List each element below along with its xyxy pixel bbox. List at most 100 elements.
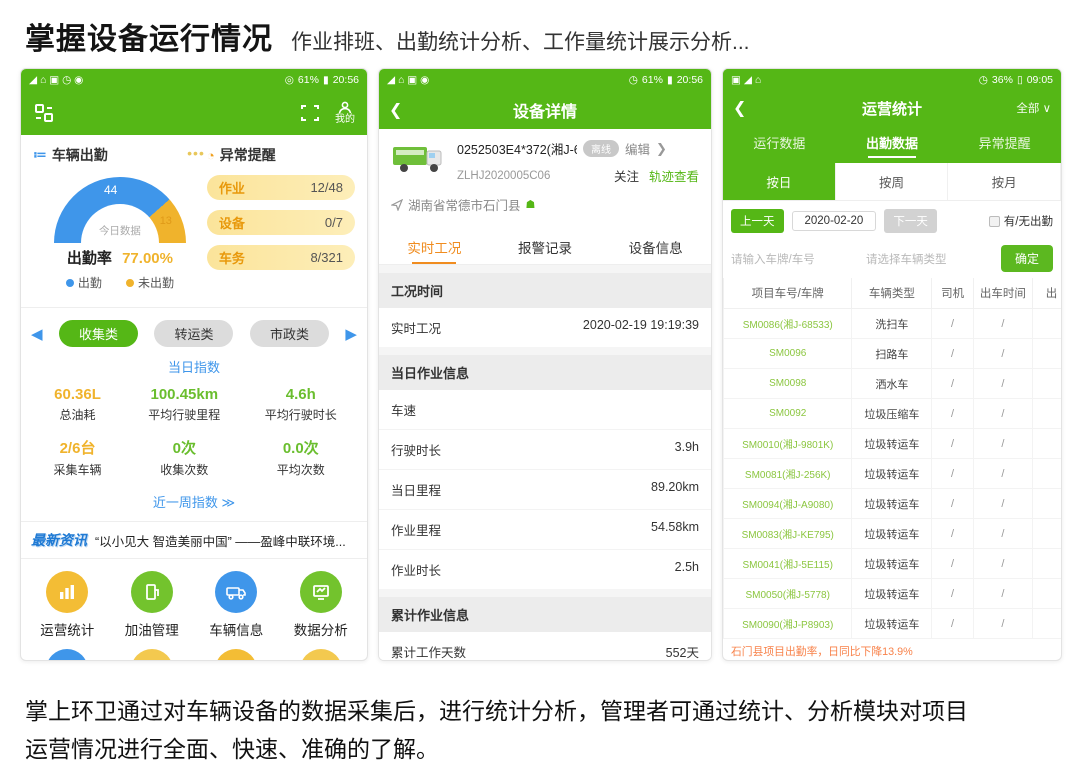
cell-driver: /	[932, 489, 974, 519]
donut-present-value: 44	[104, 183, 117, 197]
track-view-link[interactable]: 轨迹查看	[649, 166, 699, 185]
cell-vehicle-id[interactable]: SM0010(湘J-9801K)	[724, 429, 852, 459]
segment-by-day[interactable]: 按日	[723, 163, 836, 200]
app-parts-mall[interactable]: 配件商城	[279, 649, 364, 661]
clock-time: 09:05	[1027, 74, 1053, 86]
more-options-button[interactable]: •••	[187, 145, 205, 161]
table-row[interactable]: SM0086(湘J-68533) 洗扫车 / /	[724, 309, 1063, 339]
table-row[interactable]: SM0098 洒水车 / /	[724, 369, 1063, 399]
confirm-button[interactable]: 确定	[1001, 245, 1053, 272]
description-line2: 运营情况进行全面、快速、准确的了解。	[25, 731, 1055, 769]
table-row[interactable]: SM0083(湘J-KE795) 垃圾转运车 / /	[724, 519, 1063, 549]
tab-alarm-records[interactable]: 报警记录	[490, 228, 601, 264]
next-day-button[interactable]: 下一天	[884, 209, 937, 233]
table-row[interactable]: SM0041(湘J-5E115) 垃圾转运车 / /	[724, 549, 1063, 579]
category-tab-bar: ◀ 收集类 转运类 市政类 ▶	[21, 308, 367, 347]
prev-category-arrow[interactable]: ◀	[31, 325, 43, 343]
tab-realtime-status[interactable]: 实时工况	[379, 228, 490, 264]
table-row[interactable]: SM0010(湘J-9801K) 垃圾转运车 / /	[724, 429, 1063, 459]
app-fuel-management[interactable]: 加油管理	[110, 571, 195, 639]
back-arrow-icon[interactable]: ❮	[733, 98, 746, 118]
cell-driver: /	[932, 609, 974, 639]
app-vehicle-management[interactable]: 车务管理	[194, 649, 279, 661]
back-arrow-icon[interactable]: ❮	[389, 100, 402, 120]
app-repair-usage[interactable]: 维修使用	[25, 649, 110, 661]
app-data-analysis[interactable]: 数据分析	[279, 571, 364, 639]
table-row[interactable]: SM0096 扫路车 / /	[724, 339, 1063, 369]
section-title: 当日作业信息	[379, 355, 711, 390]
stat-value: 2/6台	[29, 437, 126, 458]
detail-row: 累计工作天数 552天	[379, 632, 711, 661]
table-row[interactable]: SM0090(湘J-P8903) 垃圾转运车 / /	[724, 609, 1063, 639]
table-row[interactable]: SM0094(湘J-A9080) 垃圾转运车 / /	[724, 489, 1063, 519]
attendance-filter-label: 有/无出勤	[1004, 213, 1053, 229]
segment-by-week[interactable]: 按周	[836, 163, 949, 200]
filter-all-dropdown[interactable]: 全部 ∨	[1016, 100, 1051, 116]
abnormal-alerts-panel: ◔ 异常提醒 作业 12/48 设备 0/7 车务 8/321	[207, 145, 355, 291]
next-category-arrow[interactable]: ▶	[345, 325, 357, 343]
cell-vehicle-id[interactable]: SM0094(湘J-A9080)	[724, 489, 852, 519]
tab-transfer-category[interactable]: 转运类	[154, 320, 233, 347]
cell-vehicle-id[interactable]: SM0090(湘J-P8903)	[724, 609, 852, 639]
vehicle-type-select[interactable]: 请选择车辆类型	[866, 251, 995, 267]
cell-departure-time: /	[973, 399, 1032, 429]
attendance-rate-label: 出勤率	[67, 250, 112, 267]
cell-vehicle-id[interactable]: SM0092	[724, 399, 852, 429]
daily-index-stats: 60.36L 总油耗 100.45km 平均行驶里程 4.6h 平均行驶时长 2…	[21, 376, 367, 480]
cell-vehicle-id[interactable]: SM0098	[724, 369, 852, 399]
segment-by-month[interactable]: 按月	[948, 163, 1061, 200]
detail-row: 行驶时长 3.9h	[379, 430, 711, 470]
attendance-summary: 石门县项目出勤率，日同比下降13.9%2020-02-20 车辆出勤率64.9%…	[723, 639, 1061, 661]
date-picker[interactable]: 2020-02-20	[792, 211, 877, 231]
tab-running-data[interactable]: 运行数据	[723, 125, 836, 163]
alert-pill-device[interactable]: 设备 0/7	[207, 210, 355, 235]
table-row[interactable]: SM0050(湘J-5778) 垃圾转运车 / /	[724, 579, 1063, 609]
cell-vehicle-type: 洗扫车	[852, 309, 932, 339]
cell-cutoff	[1032, 369, 1062, 399]
attendance-title: 车辆出勤	[52, 145, 108, 165]
repair-usage-icon	[46, 649, 88, 661]
stat-label: 采集车辆	[29, 461, 126, 478]
stats-tabs: 运行数据 出勤数据 异常提醒	[723, 125, 1061, 163]
cell-cutoff	[1032, 429, 1062, 459]
app-accident-records[interactable]: 事故记录	[110, 649, 195, 661]
app-vehicle-info[interactable]: 车辆信息	[194, 571, 279, 639]
cell-vehicle-id[interactable]: SM0081(湘J-256K)	[724, 459, 852, 489]
cell-cutoff	[1032, 309, 1062, 339]
cell-driver: /	[932, 579, 974, 609]
cell-cutoff	[1032, 579, 1062, 609]
layout-switch-icon[interactable]	[33, 102, 55, 124]
cell-cutoff	[1032, 489, 1062, 519]
app-operation-stats[interactable]: 运营统计	[25, 571, 110, 639]
plate-search-input[interactable]: 请输入车牌/车号	[731, 251, 860, 267]
tab-municipal-category[interactable]: 市政类	[250, 320, 329, 347]
news-ticker[interactable]: 最新资讯 “以小见大 智造美丽中国” ——盈峰中联环境...	[21, 522, 367, 559]
cell-vehicle-id[interactable]: SM0050(湘J-5778)	[724, 579, 852, 609]
cell-vehicle-type: 垃圾转运车	[852, 519, 932, 549]
scan-icon[interactable]	[299, 102, 321, 124]
tab-device-info[interactable]: 设备信息	[600, 228, 711, 264]
col-vehicle-type: 车辆类型	[852, 278, 932, 309]
chevron-right-icon[interactable]: ❯	[656, 141, 667, 157]
my-profile-button[interactable]: 我的	[335, 101, 355, 125]
vehicle-code: ZLHJ2020005C06	[457, 170, 614, 182]
cell-vehicle-id[interactable]: SM0083(湘J-KE795)	[724, 519, 852, 549]
cell-vehicle-id[interactable]: SM0086(湘J-68533)	[724, 309, 852, 339]
device-detail-tabs: 实时工况 报警记录 设备信息	[379, 228, 711, 265]
tab-collection-category[interactable]: 收集类	[59, 320, 138, 347]
table-row[interactable]: SM0081(湘J-256K) 垃圾转运车 / /	[724, 459, 1063, 489]
alert-pill-vehicle-affairs[interactable]: 车务 8/321	[207, 245, 355, 270]
attendance-filter-checkbox[interactable]	[989, 216, 1000, 227]
tab-abnormal-alerts[interactable]: 异常提醒	[948, 125, 1061, 163]
tab-attendance-data[interactable]: 出勤数据	[836, 125, 949, 163]
cell-vehicle-id[interactable]: SM0041(湘J-5E115)	[724, 549, 852, 579]
operation-stats-icon	[46, 571, 88, 613]
weekly-index-link[interactable]: 近一周指数 ≫	[21, 480, 367, 522]
alert-pill-work[interactable]: 作业 12/48	[207, 175, 355, 200]
follow-button[interactable]: 关注	[614, 166, 639, 185]
cell-driver: /	[932, 549, 974, 579]
prev-day-button[interactable]: 上一天	[731, 209, 784, 233]
edit-button[interactable]: 编辑	[625, 139, 650, 158]
cell-vehicle-id[interactable]: SM0096	[724, 339, 852, 369]
table-row[interactable]: SM0092 垃圾压缩车 / /	[724, 399, 1063, 429]
